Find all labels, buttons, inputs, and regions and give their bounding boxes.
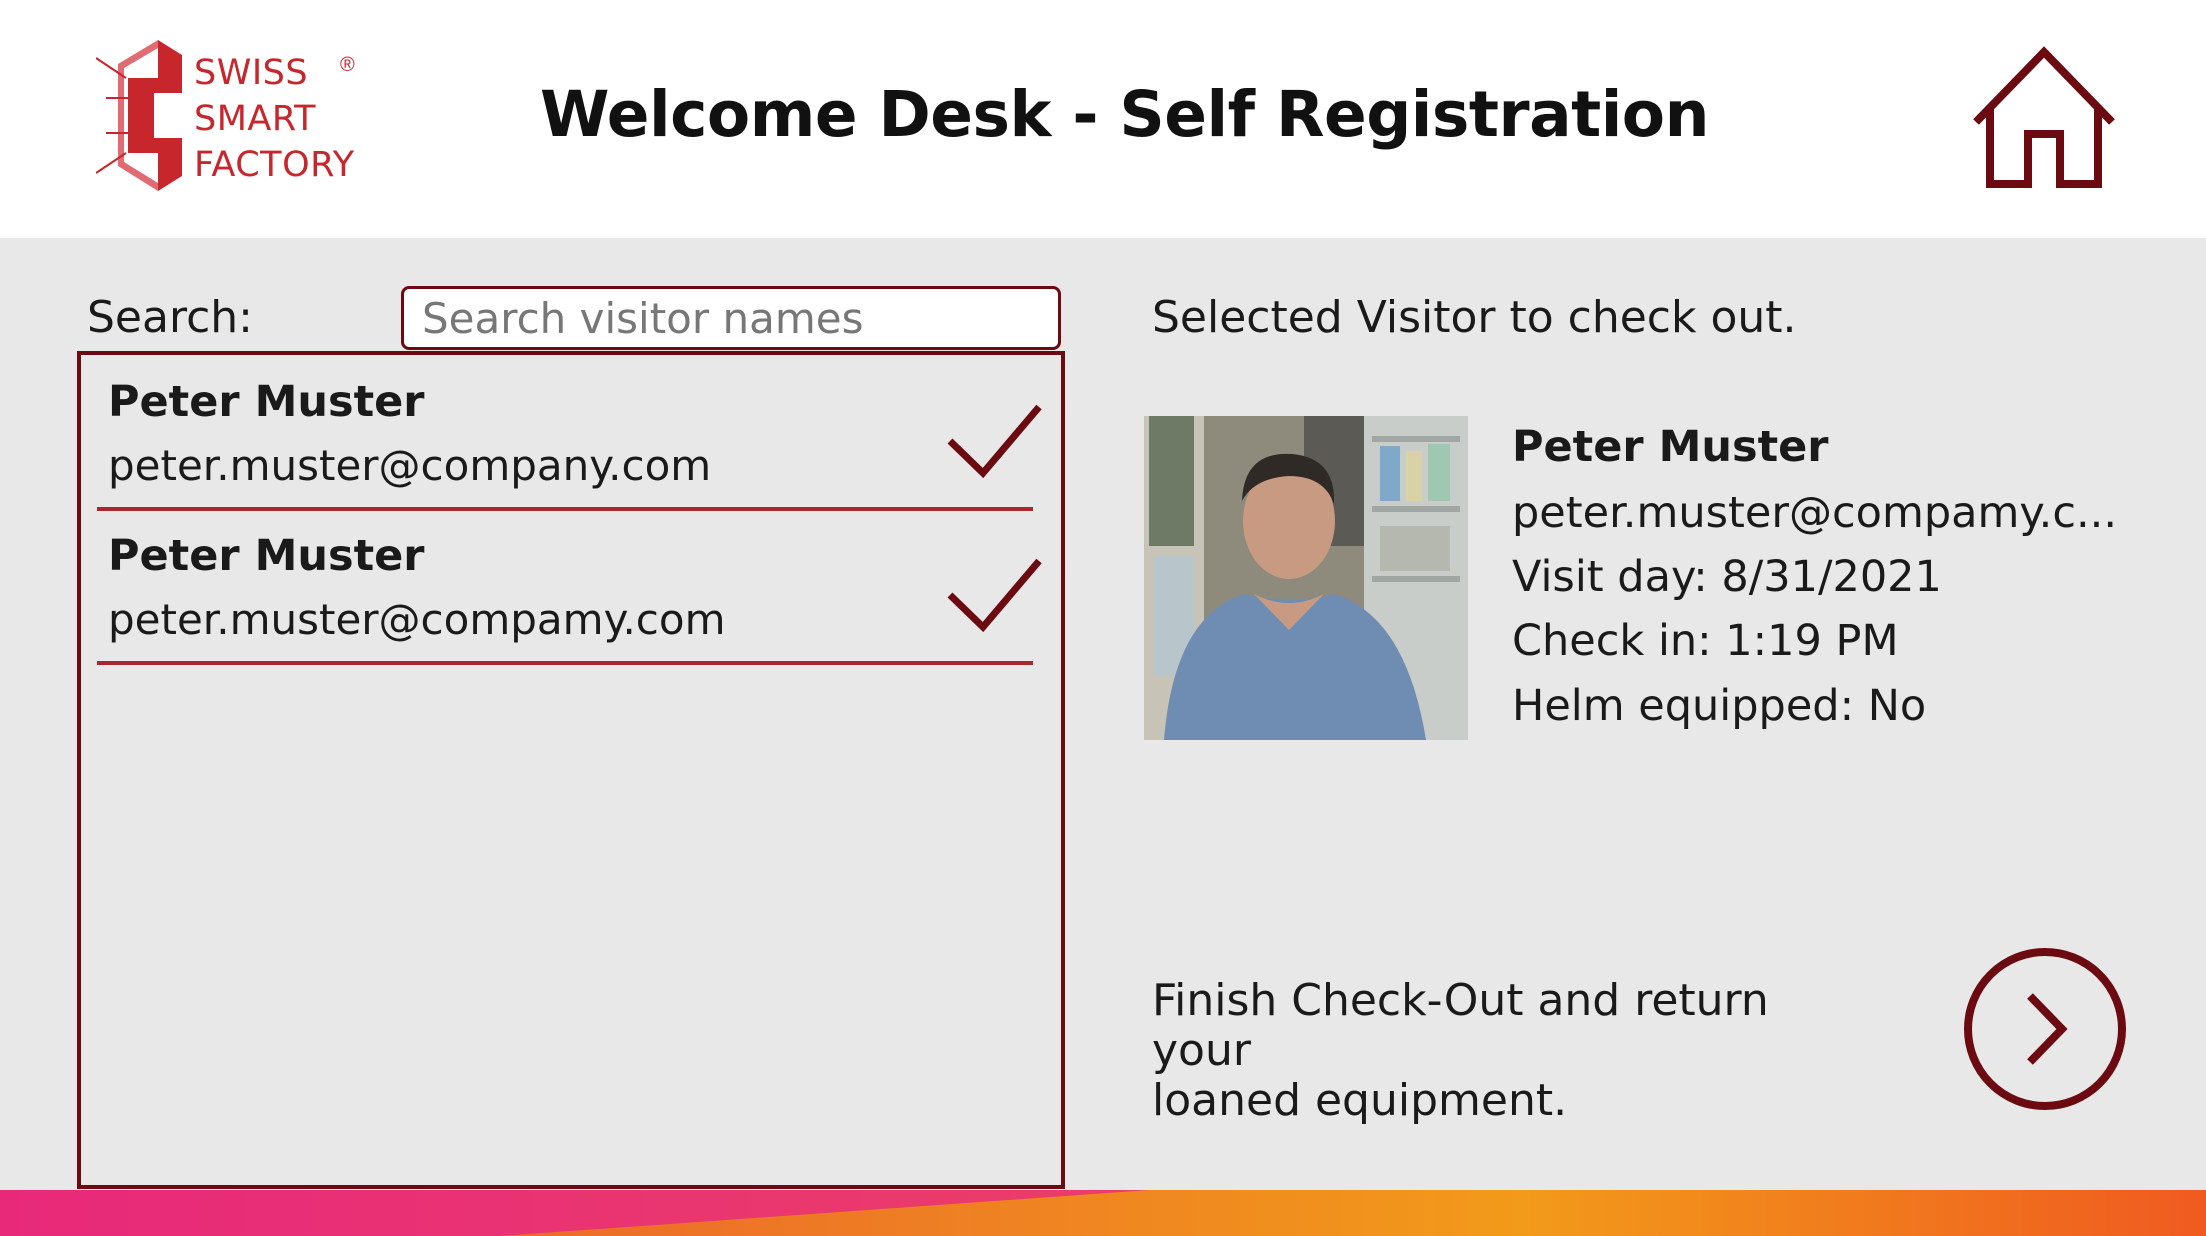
logo-line-3: FACTORY	[194, 145, 355, 185]
visitor-name: Peter Muster	[108, 531, 425, 581]
chevron-right-icon[interactable]	[1962, 946, 2128, 1112]
header-bar: SWISS SMART FACTORY ® Welcome Desk - Sel…	[0, 0, 2206, 238]
list-item[interactable]: Peter Muster peter.muster@compamy.com	[97, 513, 1042, 665]
swiss-smart-factory-logo: SWISS SMART FACTORY ®	[96, 38, 366, 193]
finish-text-line-1: Finish Check-Out and return your	[1152, 975, 1769, 1076]
selected-visitor-email: peter.muster@compamy.c...	[1512, 488, 2118, 538]
search-label: Search:	[87, 292, 253, 343]
selected-check-in: Check in: 1:19 PM	[1512, 616, 1899, 666]
footer-gradient-bar	[0, 1190, 2206, 1236]
page-title: Welcome Desk - Self Registration	[540, 78, 1709, 151]
finish-text-line-2: loaned equipment.	[1152, 1075, 1568, 1126]
checkmark-icon[interactable]	[945, 399, 1045, 481]
visitor-name: Peter Muster	[108, 377, 425, 427]
home-icon[interactable]	[1966, 44, 2122, 194]
checkmark-icon[interactable]	[945, 553, 1045, 635]
selected-visitor-heading: Selected Visitor to check out.	[1152, 292, 1797, 343]
selected-visitor-name: Peter Muster	[1512, 422, 1829, 472]
logo-mark-icon	[96, 40, 182, 191]
row-divider	[97, 507, 1033, 511]
logo-line-2: SMART	[194, 99, 317, 139]
registered-mark: ®	[340, 54, 355, 76]
finish-checkout-text: Finish Check-Out and return your loaned …	[1152, 976, 1852, 1126]
logo-wordmark: SWISS SMART FACTORY	[194, 50, 355, 188]
selected-visit-day: Visit day: 8/31/2021	[1512, 552, 1942, 602]
visitor-list[interactable]: Peter Muster peter.muster@company.com Pe…	[77, 351, 1065, 1189]
selected-helm-status: Helm equipped: No	[1512, 681, 1927, 731]
list-item[interactable]: Peter Muster peter.muster@company.com	[97, 359, 1042, 511]
row-divider	[97, 661, 1033, 665]
search-input[interactable]	[401, 286, 1061, 350]
logo-line-1: SWISS	[194, 53, 309, 93]
visitor-email: peter.muster@compamy.com	[108, 595, 726, 644]
visitor-photo	[1144, 416, 1468, 740]
visitor-email: peter.muster@company.com	[108, 441, 712, 490]
main-panel: Search: Peter Muster peter.muster@compan…	[0, 238, 2206, 1192]
